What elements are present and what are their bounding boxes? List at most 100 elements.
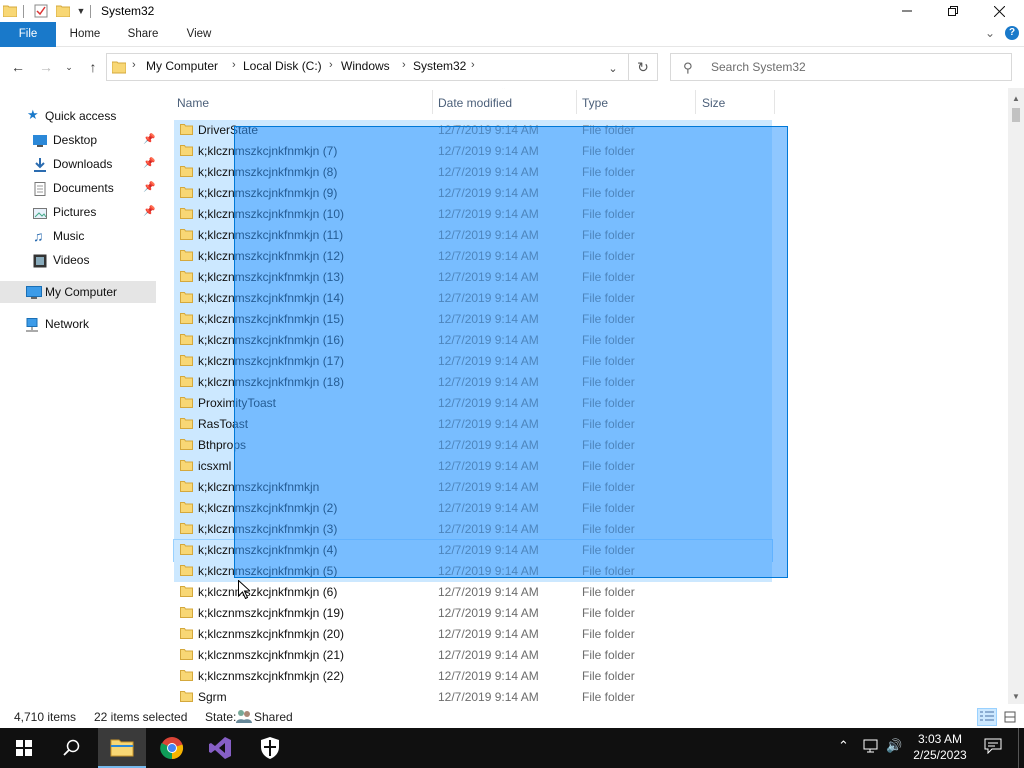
search-box[interactable]: ⚲ Search System32	[670, 53, 1012, 81]
refresh-icon[interactable]: ↻	[628, 53, 658, 81]
folder-icon	[180, 250, 193, 261]
folder-icon	[180, 166, 193, 177]
large-icons-view-icon[interactable]	[1000, 708, 1020, 726]
up-icon[interactable]: ↑	[83, 56, 103, 78]
vertical-scrollbar[interactable]: ▲ ▼	[1008, 88, 1024, 704]
tab-share[interactable]: Share	[120, 22, 166, 47]
network-status-icon[interactable]	[862, 738, 880, 757]
column-header-size[interactable]: Size	[702, 92, 725, 114]
file-name: icsxml	[198, 459, 232, 473]
chevron-right-icon[interactable]: ›	[471, 59, 475, 71]
folder-icon	[180, 271, 193, 282]
new-folder-icon[interactable]	[55, 3, 71, 19]
tab-file[interactable]: File	[0, 22, 56, 47]
chevron-right-icon[interactable]: ›	[132, 59, 136, 71]
chevron-up-icon[interactable]: ⌃	[838, 738, 849, 754]
recent-locations-icon[interactable]: ⌄	[62, 56, 76, 78]
folder-icon	[180, 502, 193, 513]
chrome-icon[interactable]	[148, 728, 196, 768]
music-icon: ♫	[33, 228, 44, 244]
navigation-pane: ★ Quick access Desktop 📌 Downloads 📌 Doc…	[0, 92, 160, 704]
nav-label: Desktop	[53, 133, 98, 147]
column-header-type[interactable]: Type	[582, 92, 608, 114]
nav-my-computer[interactable]: My Computer	[0, 281, 156, 303]
scroll-down-icon[interactable]: ▼	[1008, 688, 1024, 704]
nav-desktop[interactable]: Desktop 📌	[0, 129, 156, 151]
table-row[interactable]: k;klcznmszkcjnkfnmkjn (19) 12/7/2019 9:14…	[174, 603, 772, 624]
column-header-name[interactable]: Name	[177, 92, 209, 114]
properties-icon[interactable]	[32, 3, 50, 19]
help-icon[interactable]: ?	[1005, 26, 1019, 40]
state-value: Shared	[254, 710, 293, 724]
table-row[interactable]: Sgrm 12/7/2019 9:14 AM File folder	[174, 687, 772, 704]
visual-studio-icon[interactable]	[196, 728, 244, 768]
folder-icon	[180, 229, 193, 240]
start-icon[interactable]	[0, 728, 48, 768]
pin-icon[interactable]: 📌	[143, 201, 155, 223]
back-icon[interactable]: ←	[8, 56, 28, 78]
column-divider[interactable]	[774, 90, 775, 114]
file-explorer-icon[interactable]	[98, 728, 146, 768]
file-list: Name ⌃ Date modified Type Size DriverSta…	[160, 88, 1008, 704]
tab-home[interactable]: Home	[62, 22, 108, 47]
minimize-icon[interactable]	[884, 0, 930, 22]
show-desktop-button[interactable]	[1018, 728, 1024, 768]
nav-documents[interactable]: Documents 📌	[0, 177, 156, 199]
title-bar: ▼ System32	[0, 0, 1024, 22]
column-header-date-modified[interactable]: Date modified	[438, 92, 512, 114]
search-icon[interactable]	[48, 728, 96, 768]
pictures-icon	[33, 205, 47, 219]
pin-icon[interactable]: 📌	[143, 153, 155, 175]
customize-toolbar-icon[interactable]: ▼	[75, 3, 87, 19]
nav-music[interactable]: ♫ Music	[0, 225, 156, 247]
chevron-right-icon[interactable]: ›	[232, 59, 236, 71]
chevron-right-icon[interactable]: ›	[402, 59, 406, 71]
address-dropdown-icon[interactable]: ⌄	[601, 54, 625, 82]
clock[interactable]: 3:03 AM 2/25/2023	[900, 731, 980, 763]
mouse-cursor-icon	[238, 579, 252, 602]
scroll-up-icon[interactable]: ▲	[1008, 90, 1024, 106]
column-divider[interactable]	[576, 90, 577, 114]
nav-videos[interactable]: Videos	[0, 249, 156, 271]
pin-icon[interactable]: 📌	[143, 177, 155, 199]
folder-icon	[180, 670, 193, 681]
nav-label: Network	[45, 317, 90, 331]
folder-icon	[180, 187, 193, 198]
table-row[interactable]: k;klcznmszkcjnkfnmkjn (22) 12/7/2019 9:14…	[174, 666, 772, 687]
tab-view[interactable]: View	[176, 22, 222, 47]
file-type: File folder	[582, 627, 635, 641]
table-row[interactable]: k;klcznmszkcjnkfnmkjn (6) 12/7/2019 9:14 …	[174, 582, 772, 603]
file-name: k;klcznmszkcjnkfnmkjn (21)	[198, 648, 345, 662]
action-center-icon[interactable]	[984, 738, 1002, 757]
chevron-right-icon[interactable]: ›	[329, 59, 333, 71]
nav-quick-access[interactable]: ★ Quick access	[0, 105, 156, 127]
breadcrumb-system32[interactable]: System32	[413, 59, 466, 73]
breadcrumb-my-computer[interactable]: My Computer	[146, 59, 218, 73]
folder-icon	[180, 565, 193, 576]
title-separator	[23, 5, 24, 18]
forward-icon[interactable]: →	[36, 56, 56, 78]
table-row[interactable]: k;klcznmszkcjnkfnmkjn (20) 12/7/2019 9:14…	[174, 624, 772, 645]
table-row[interactable]: k;klcznmszkcjnkfnmkjn (21) 12/7/2019 9:14…	[174, 645, 772, 666]
chevron-down-icon[interactable]: ⌄	[985, 26, 995, 40]
folder-icon	[180, 397, 193, 408]
nav-downloads[interactable]: Downloads 📌	[0, 153, 156, 175]
nav-pictures[interactable]: Pictures 📌	[0, 201, 156, 223]
windows-security-icon[interactable]	[246, 728, 294, 768]
column-divider[interactable]	[695, 90, 696, 114]
file-explorer-window: ▼ System32 File Home Share View ⌄ ? ← → …	[0, 0, 1024, 768]
file-name: k;klcznmszkcjnkfnmkjn (6)	[198, 585, 338, 599]
pin-icon[interactable]: 📌	[143, 129, 155, 151]
breadcrumb-windows[interactable]: Windows	[341, 59, 390, 73]
nav-network[interactable]: Network	[0, 313, 156, 335]
file-date-modified: 12/7/2019 9:14 AM	[438, 648, 539, 662]
column-divider[interactable]	[432, 90, 433, 114]
close-icon[interactable]	[976, 0, 1022, 22]
restore-icon[interactable]	[930, 0, 976, 22]
nav-label: Downloads	[53, 157, 113, 171]
scroll-thumb[interactable]	[1012, 108, 1020, 122]
address-bar[interactable]: › My Computer › Local Disk (C:) › Window…	[106, 53, 658, 81]
folder-icon	[180, 628, 193, 639]
breadcrumb-local-disk[interactable]: Local Disk (C:)	[243, 59, 322, 73]
details-view-icon[interactable]	[977, 708, 997, 726]
